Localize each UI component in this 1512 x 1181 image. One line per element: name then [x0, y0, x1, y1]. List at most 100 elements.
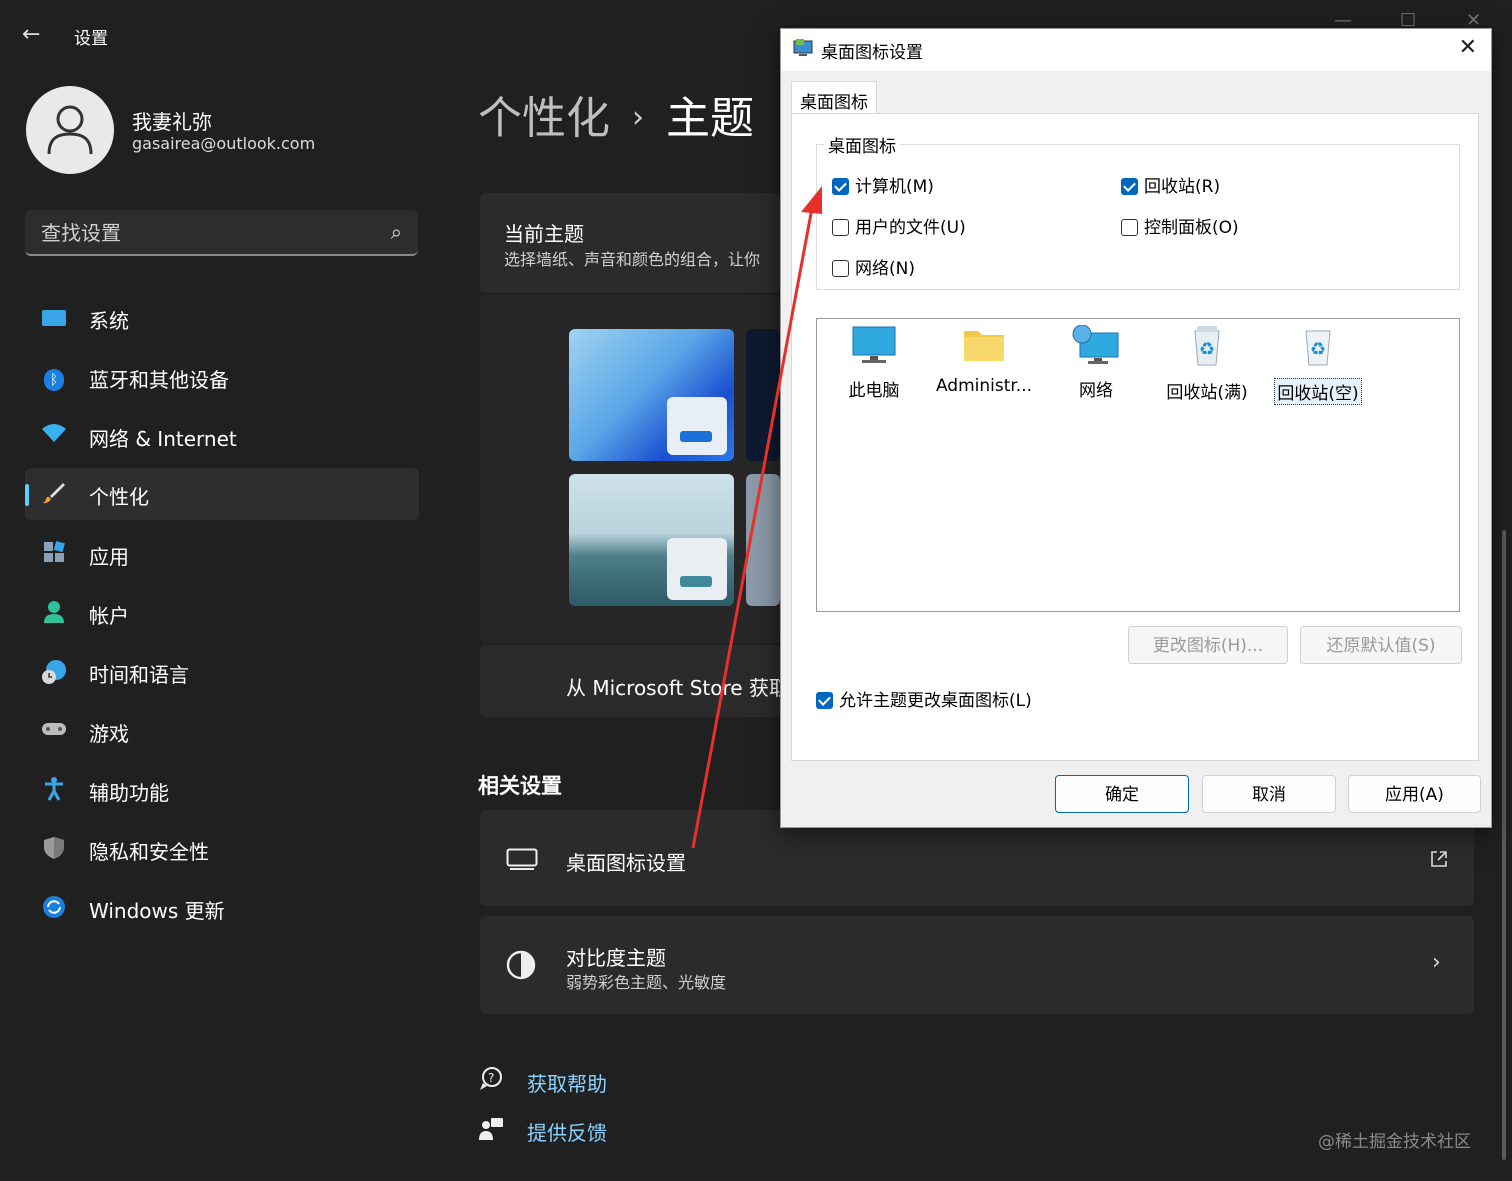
desktop-icon-settings-dialog: 桌面图标设置 ✕ 桌面图标 桌面图标 计算机(M) 回收站(R) 用户的文件(U…	[780, 28, 1492, 828]
list-item[interactable]: Administr...	[929, 325, 1039, 396]
globe-clock-icon	[41, 659, 67, 685]
avatar[interactable]	[26, 86, 114, 174]
list-item[interactable]: 此电脑	[819, 325, 929, 401]
list-item[interactable]: ♻ 回收站(空)	[1263, 325, 1373, 405]
contrast-themes-label: 对比度主题	[566, 946, 666, 970]
open-external-icon	[1431, 851, 1447, 867]
checkbox-network[interactable]: 网络(N)	[832, 254, 915, 279]
search-box[interactable]: ⌕	[25, 210, 418, 256]
gamepad-icon	[41, 718, 67, 744]
icon-label: Administr...	[935, 376, 1033, 396]
sidebar-item-accessibility[interactable]: 辅助功能	[25, 764, 419, 816]
monitor-icon	[41, 305, 67, 331]
checkbox-user-files[interactable]: 用户的文件(U)	[832, 213, 966, 238]
watermark: @稀土掘金技术社区	[1318, 1132, 1471, 1152]
checkbox-checked-icon[interactable]	[1121, 178, 1138, 195]
search-icon[interactable]: ⌕	[391, 220, 402, 244]
desktop-icon-settings-label: 桌面图标设置	[566, 851, 686, 875]
ok-button[interactable]: 确定	[1055, 775, 1189, 813]
sidebar-item-network[interactable]: 网络 & Internet	[25, 410, 419, 462]
theme-thumbnail[interactable]	[569, 474, 734, 606]
sidebar-item-system[interactable]: 系统	[25, 292, 419, 344]
wifi-icon	[41, 423, 67, 449]
sidebar-item-gaming[interactable]: 游戏	[25, 705, 419, 757]
dialog-title: 桌面图标设置	[821, 43, 923, 63]
back-button[interactable]: ←	[22, 22, 48, 48]
change-icon-button[interactable]: 更改图标(H)...	[1128, 626, 1288, 664]
sidebar-item-time-language[interactable]: 时间和语言	[25, 646, 419, 698]
checkbox-checked-icon[interactable]	[816, 692, 833, 709]
related-settings-heading: 相关设置	[478, 774, 562, 798]
scrollbar[interactable]	[1502, 530, 1506, 1160]
user-folder-icon	[964, 331, 1004, 361]
recycle-bin-empty-icon: ♻	[1305, 330, 1331, 366]
checkbox-label: 允许主题更改桌面图标(L)	[839, 691, 1032, 711]
checkbox-label: 用户的文件(U)	[855, 218, 966, 238]
sidebar-item-personalization[interactable]: 个性化	[25, 468, 419, 520]
sidebar-item-label: 蓝牙和其他设备	[89, 368, 229, 392]
restore-default-button[interactable]: 还原默认值(S)	[1300, 626, 1462, 664]
current-theme-subtitle: 选择墙纸、声音和颜色的组合，让你	[504, 250, 761, 269]
desktop-settings-icon	[793, 39, 813, 56]
checkbox-computer[interactable]: 计算机(M)	[832, 172, 934, 197]
this-pc-icon	[852, 326, 896, 363]
theme-thumbnail[interactable]	[746, 474, 780, 606]
tab-panel: 桌面图标 计算机(M) 回收站(R) 用户的文件(U) 控制面板(O) 网络(N…	[791, 113, 1479, 761]
sidebar-item-apps[interactable]: 应用	[25, 528, 419, 580]
sidebar-item-label: 游戏	[89, 722, 129, 746]
checkbox-allow-themes[interactable]: 允许主题更改桌面图标(L)	[816, 686, 1032, 711]
close-icon[interactable]: ✕	[1459, 35, 1477, 60]
theme-thumbnail[interactable]	[569, 329, 734, 461]
sidebar-item-label: 系统	[89, 309, 129, 333]
icon-label: 回收站(空)	[1274, 378, 1362, 405]
sidebar-item-label: 帐户	[89, 604, 129, 628]
checkbox-recycle-bin[interactable]: 回收站(R)	[1121, 172, 1220, 197]
sidebar-item-accounts[interactable]: 帐户	[25, 587, 419, 639]
breadcrumb-parent[interactable]: 个性化	[478, 93, 610, 144]
accessibility-icon	[41, 777, 67, 803]
brush-icon	[41, 481, 67, 507]
page-title: 主题	[666, 93, 754, 144]
user-name: 我妻礼弥	[132, 110, 212, 134]
chevron-right-icon: ›	[1432, 950, 1441, 975]
dialog-titlebar[interactable]: 桌面图标设置 ✕	[781, 29, 1491, 71]
desktop-icon	[506, 848, 538, 870]
svg-text:♻: ♻	[1199, 339, 1215, 360]
bluetooth-icon: ᛒ	[41, 364, 67, 391]
list-item[interactable]: 网络	[1041, 324, 1151, 401]
theme-thumbnail[interactable]	[746, 329, 780, 461]
app-title: 设置	[74, 29, 108, 49]
network-icon	[1072, 324, 1119, 364]
sidebar-item-label: 隐私和安全性	[89, 840, 209, 864]
get-help-link[interactable]: 获取帮助	[527, 1068, 607, 1097]
checkbox-checked-icon[interactable]	[832, 178, 849, 195]
checkbox-unchecked-icon[interactable]	[832, 219, 849, 236]
shield-icon	[41, 836, 67, 862]
help-icon: ?	[480, 1067, 502, 1090]
sidebar-item-bluetooth[interactable]: ᛒ 蓝牙和其他设备	[25, 351, 419, 403]
feedback-link[interactable]: 提供反馈	[527, 1117, 607, 1146]
selection-indicator	[25, 484, 29, 506]
feedback-icon	[479, 1118, 503, 1140]
tab-desktop-icons[interactable]: 桌面图标	[791, 81, 877, 115]
chevron-right-icon: ›	[632, 100, 644, 135]
group-label: 桌面图标	[824, 132, 900, 157]
contrast-themes-sub: 弱势彩色主题、光敏度	[566, 973, 727, 992]
search-input[interactable]	[39, 218, 373, 248]
sidebar-item-windows-update[interactable]: Windows 更新	[25, 882, 419, 934]
store-link-text[interactable]: 从 Microsoft Store 获取更多主题	[566, 672, 780, 701]
contrast-themes-row[interactable]: 对比度主题 弱势彩色主题、光敏度 ›	[480, 916, 1474, 1014]
breadcrumb: 个性化 › 主题	[478, 82, 754, 146]
sidebar-item-label: 时间和语言	[89, 663, 189, 687]
checkbox-unchecked-icon[interactable]	[832, 260, 849, 277]
user-email: gasairea@outlook.com	[132, 134, 316, 153]
list-item[interactable]: ♻ 回收站(满)	[1152, 325, 1262, 403]
sidebar-item-privacy[interactable]: 隐私和安全性	[25, 823, 419, 875]
cancel-button[interactable]: 取消	[1202, 775, 1336, 813]
checkbox-unchecked-icon[interactable]	[1121, 219, 1138, 236]
apply-button[interactable]: 应用(A)	[1348, 775, 1481, 813]
icon-label: 此电脑	[848, 381, 900, 401]
desktop-icon-list[interactable]: 此电脑 Administr... 网络 ♻ 回收站(满) ♻ 回收站(空)	[816, 318, 1460, 612]
checkbox-control-panel[interactable]: 控制面板(O)	[1121, 213, 1239, 238]
checkbox-label: 控制面板(O)	[1144, 218, 1239, 238]
